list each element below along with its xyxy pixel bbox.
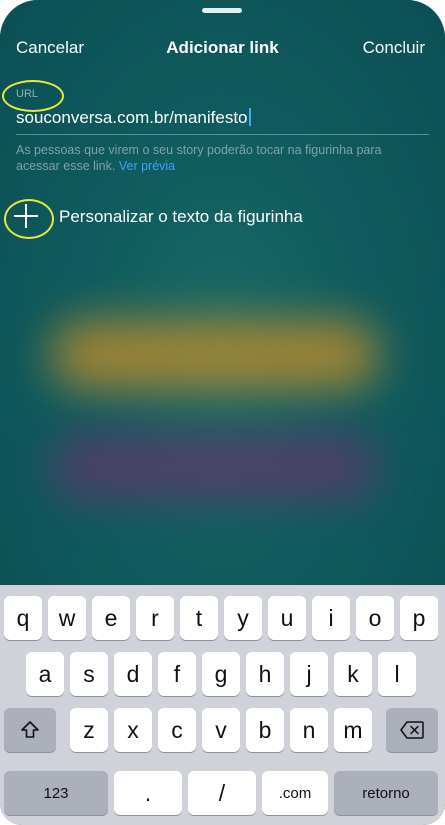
nav-bar: Cancelar Adicionar link Concluir — [0, 36, 445, 62]
key-v[interactable]: v — [202, 708, 240, 752]
return-key[interactable]: retorno — [334, 771, 438, 815]
key-k[interactable]: k — [334, 652, 372, 696]
delete-key[interactable] — [386, 708, 438, 752]
key-p[interactable]: p — [400, 596, 438, 640]
customize-sticker-text-label: Personalizar o texto da figurinha — [59, 207, 303, 226]
key-l[interactable]: l — [378, 652, 416, 696]
key-j[interactable]: j — [290, 652, 328, 696]
key-a[interactable]: a — [26, 652, 64, 696]
key-i[interactable]: i — [312, 596, 350, 640]
url-input-underline — [16, 134, 429, 135]
blurred-sticker-purple — [50, 435, 380, 500]
key-u[interactable]: u — [268, 596, 306, 640]
numbers-key[interactable]: 123 — [4, 771, 108, 815]
key-d[interactable]: d — [114, 652, 152, 696]
key-n[interactable]: n — [290, 708, 328, 752]
key-z[interactable]: z — [70, 708, 108, 752]
done-button[interactable]: Concluir — [363, 38, 425, 58]
key-o[interactable]: o — [356, 596, 394, 640]
helper-text: As pessoas que virem o seu story poderão… — [16, 143, 382, 173]
key-q[interactable]: q — [4, 596, 42, 640]
period-key[interactable]: . — [114, 771, 182, 815]
shift-icon — [21, 721, 39, 738]
url-helper-text: As pessoas que virem o seu story poderão… — [16, 142, 426, 174]
key-b[interactable]: b — [246, 708, 284, 752]
preview-link[interactable]: Ver prévia — [119, 159, 175, 173]
key-g[interactable]: g — [202, 652, 240, 696]
annotation-circle-plus — [4, 199, 54, 239]
key-w[interactable]: w — [48, 596, 86, 640]
url-input-value: souconversa.com.br/manifesto — [16, 108, 248, 127]
sheet-grabber[interactable] — [202, 8, 242, 13]
add-link-sheet: Cancelar Adicionar link Concluir URL sou… — [0, 0, 445, 825]
key-y[interactable]: y — [224, 596, 262, 640]
delete-icon — [400, 721, 424, 739]
blurred-sticker-yellow — [50, 320, 380, 390]
url-input[interactable]: souconversa.com.br/manifesto — [16, 108, 251, 128]
key-f[interactable]: f — [158, 652, 196, 696]
shift-key[interactable] — [4, 708, 56, 752]
key-t[interactable]: t — [180, 596, 218, 640]
key-c[interactable]: c — [158, 708, 196, 752]
key-x[interactable]: x — [114, 708, 152, 752]
slash-key[interactable]: / — [188, 771, 256, 815]
key-h[interactable]: h — [246, 652, 284, 696]
key-m[interactable]: m — [334, 708, 372, 752]
dotcom-key[interactable]: .com — [262, 771, 328, 815]
key-e[interactable]: e — [92, 596, 130, 640]
text-cursor — [248, 108, 251, 126]
key-r[interactable]: r — [136, 596, 174, 640]
key-s[interactable]: s — [70, 652, 108, 696]
keyboard: q w e r t y u i o p a s d f g h j k l z … — [0, 585, 445, 825]
